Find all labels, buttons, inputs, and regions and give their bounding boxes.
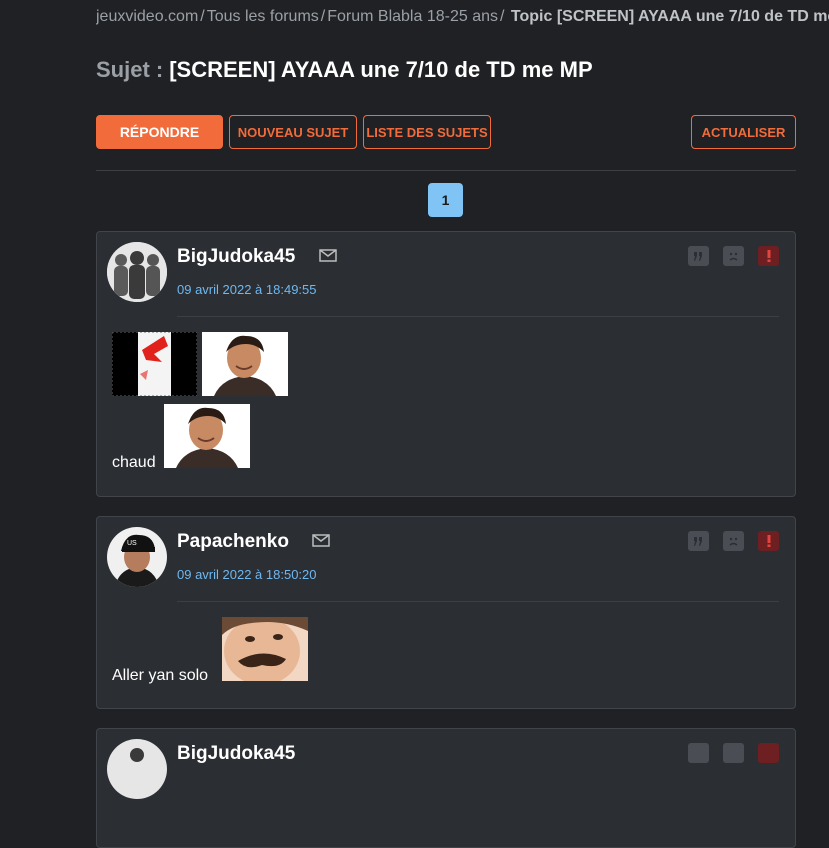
breadcrumb-current: Topic [SCREEN] AYAAA une 7/10 de TD me M…	[510, 8, 829, 25]
alert-icon[interactable]	[758, 246, 779, 266]
sticker-image[interactable]	[202, 332, 288, 396]
post-actions	[688, 743, 779, 763]
page-title-prefix: Sujet :	[96, 57, 164, 82]
post-divider	[177, 601, 779, 602]
avatar[interactable]: US	[107, 527, 167, 587]
pagination-page-current[interactable]: 1	[428, 183, 463, 217]
post-card: BigJudoka45	[96, 728, 796, 848]
reply-button[interactable]: RÉPONDRE	[96, 115, 223, 149]
sad-face-icon[interactable]	[723, 743, 744, 763]
post-card: US Papachenko 09 avril 2022 à 18:50:20 A…	[96, 516, 796, 709]
sticker-image[interactable]	[222, 617, 308, 685]
avatar[interactable]	[107, 739, 167, 799]
new-topic-button[interactable]: NOUVEAU SUJET	[229, 115, 357, 149]
sticker-image[interactable]	[164, 404, 250, 468]
post-date[interactable]: 09 avril 2022 à 18:49:55	[177, 282, 317, 297]
page-title: Sujet : [SCREEN] AYAAA une 7/10 de TD me …	[96, 57, 593, 83]
refresh-button[interactable]: ACTUALISER	[691, 115, 796, 149]
alert-icon[interactable]	[758, 743, 779, 763]
topic-list-button[interactable]: LISTE DES SUJETS	[363, 115, 491, 149]
post-author[interactable]: Papachenko	[177, 531, 289, 553]
breadcrumb-separator: /	[200, 8, 205, 25]
breadcrumb-separator: /	[500, 8, 505, 25]
breadcrumb: jeuxvideo.com / Tous les forums / Forum Blab…	[96, 8, 829, 26]
quote-icon[interactable]	[688, 246, 709, 266]
post-text: Aller yan solo	[112, 667, 209, 684]
mail-icon[interactable]	[319, 249, 337, 267]
post-card: BigJudoka45 09 avril 2022 à 18:49:55 cha…	[96, 231, 796, 497]
post-actions	[688, 246, 779, 266]
post-divider	[177, 316, 779, 317]
svg-text:US: US	[127, 540, 137, 547]
mail-icon[interactable]	[312, 534, 330, 552]
sticker-image[interactable]	[111, 331, 198, 397]
breadcrumb-separator: /	[320, 8, 326, 25]
avatar[interactable]	[107, 242, 167, 302]
post-author[interactable]: BigJudoka45	[177, 743, 295, 765]
sad-face-icon[interactable]	[723, 531, 744, 551]
quote-icon[interactable]	[688, 743, 709, 763]
post-text: chaud	[112, 454, 156, 471]
toolbar-divider	[96, 170, 796, 171]
breadcrumb-forums-link[interactable]: Tous les forums	[207, 8, 319, 25]
post-author[interactable]: BigJudoka45	[177, 246, 295, 268]
breadcrumb-site-link[interactable]: jeuxvideo.com	[96, 8, 198, 25]
breadcrumb-forum-link[interactable]: Forum Blabla 18-25 ans	[327, 8, 498, 25]
quote-icon[interactable]	[688, 531, 709, 551]
page-title-text: [SCREEN] AYAAA une 7/10 de TD me MP	[169, 57, 593, 82]
post-actions	[688, 531, 779, 551]
alert-icon[interactable]	[758, 531, 779, 551]
post-date[interactable]: 09 avril 2022 à 18:50:20	[177, 567, 317, 582]
sad-face-icon[interactable]	[723, 246, 744, 266]
